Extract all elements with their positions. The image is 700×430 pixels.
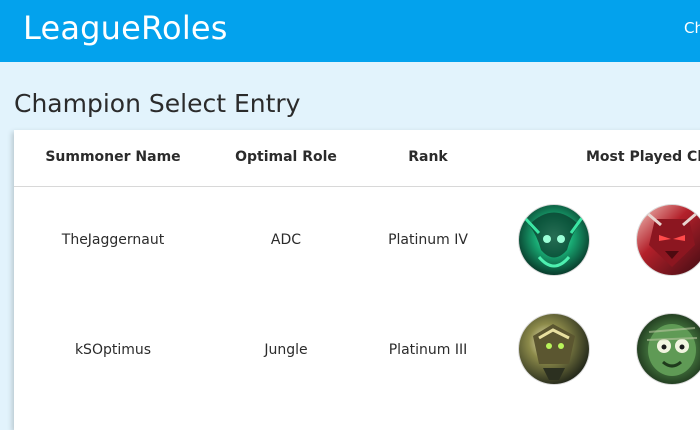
table-header: Summoner Name Optimal Role Rank Most Pla… xyxy=(14,130,700,187)
role-cell: Jungle xyxy=(264,342,308,358)
app-bar: LeagueRoles Ch xyxy=(0,0,700,62)
nav-link-champions[interactable]: Ch xyxy=(684,19,700,37)
app-title[interactable]: LeagueRoles xyxy=(23,9,228,47)
champion-portrait-gold-armored-icon[interactable] xyxy=(519,314,589,384)
column-header-optimal-role[interactable]: Optimal Role xyxy=(235,149,337,165)
role-cell: ADC xyxy=(270,232,302,248)
column-header-rank[interactable]: Rank xyxy=(408,149,448,165)
column-header-summoner-name[interactable]: Summoner Name xyxy=(45,149,180,165)
rank-cell: Platinum III xyxy=(388,342,468,358)
champion-portrait-green-icon[interactable] xyxy=(519,205,589,275)
champion-select-table: Summoner Name Optimal Role Rank Most Pla… xyxy=(14,130,700,430)
page-title: Champion Select Entry xyxy=(14,89,301,118)
rank-cell: Platinum IV xyxy=(388,232,468,248)
table-row[interactable]: TheJaggernaut ADC Platinum IV xyxy=(14,187,700,297)
table-row[interactable]: kSOptimus Jungle Platinum III xyxy=(14,297,700,407)
summoner-name-cell: kSOptimus xyxy=(74,342,152,358)
column-header-most-played[interactable]: Most Played Ch xyxy=(586,149,700,165)
summoner-name-cell: TheJaggernaut xyxy=(61,232,165,248)
champion-portrait-green-mummy-icon[interactable] xyxy=(637,314,700,384)
champion-portrait-red-masked-icon[interactable] xyxy=(637,205,700,275)
